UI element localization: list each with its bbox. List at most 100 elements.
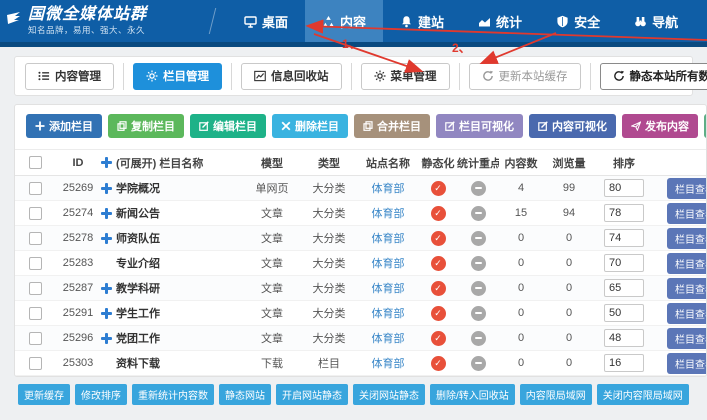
row-id: 25296 — [55, 332, 101, 344]
header-static: 静态化 — [419, 155, 457, 171]
sort-input[interactable] — [604, 254, 644, 272]
merge-column-button[interactable]: 合并栏目 — [354, 114, 430, 138]
tab-content-manage[interactable]: 内容管理 — [25, 63, 114, 90]
static-on-icon — [431, 306, 446, 321]
row-checkbox[interactable] — [29, 307, 42, 320]
expand-plus-icon[interactable] — [101, 333, 112, 344]
nav-item-site[interactable]: 建站 — [383, 0, 461, 42]
recycle-icon — [322, 15, 335, 28]
update-cache-button[interactable]: 更新本站缓存 — [469, 63, 581, 90]
edit-column-button[interactable]: 编辑栏目 — [190, 114, 266, 138]
publish-content-button[interactable]: 发布内容 — [622, 114, 698, 138]
brand-separator — [209, 8, 216, 34]
footer-action-button[interactable]: 修改排序 — [75, 384, 127, 405]
expand-plus-icon[interactable] — [101, 233, 112, 244]
sort-input[interactable] — [604, 304, 644, 322]
footer-action-button[interactable]: 重新统计内容数 — [132, 384, 214, 405]
expand-plus-icon[interactable] — [101, 208, 112, 219]
row-checkbox[interactable] — [29, 282, 42, 295]
row-checkbox[interactable] — [29, 207, 42, 220]
select-all-checkbox[interactable] — [29, 156, 42, 169]
tab-recycle-bin[interactable]: 信息回收站 — [241, 63, 342, 90]
column-view-button[interactable]: 栏目查看 — [667, 353, 707, 374]
column-view-button[interactable]: 栏目查看 — [667, 228, 707, 249]
column-view-button[interactable]: 栏目查看 — [667, 203, 707, 224]
chart-area-icon — [478, 15, 491, 28]
footer-action-button[interactable]: 关闭网站静态 — [353, 384, 425, 405]
button-label: 静态本站所有数据 — [630, 68, 707, 84]
footer-action-button[interactable]: 更新缓存 — [18, 384, 70, 405]
row-type: 大分类 — [301, 280, 357, 296]
site-link[interactable]: 体育部 — [372, 308, 405, 320]
row-model: 文章 — [243, 230, 301, 246]
expand-plus-icon — [101, 157, 112, 168]
footer-action-button[interactable]: 关闭内容限局域网 — [597, 384, 689, 405]
column-visualize-button[interactable]: 栏目可视化 — [436, 114, 523, 138]
nav-item-stats[interactable]: 统计 — [461, 0, 539, 42]
table-row: 25287 教学科研 文章 大分类 体育部 0 0 栏目查看 — [15, 276, 706, 301]
column-view-button[interactable]: 栏目查看 — [667, 328, 707, 349]
static-all-data-button[interactable]: 静态本站所有数据 — [600, 63, 707, 90]
site-link[interactable]: 体育部 — [372, 283, 405, 295]
footer-action-button[interactable]: 开启网站静态 — [276, 384, 348, 405]
tab-label: 菜单管理 — [391, 68, 437, 84]
copy-column-button[interactable]: 复制栏目 — [108, 114, 184, 138]
column-view-button[interactable]: 栏目查看 — [667, 303, 707, 324]
nav-item-security[interactable]: 安全 — [539, 0, 617, 42]
column-view-button[interactable]: 栏目查看 — [667, 178, 707, 199]
row-model: 文章 — [243, 305, 301, 321]
header-views: 浏览量 — [543, 155, 595, 171]
header-sort: 排序 — [595, 155, 653, 171]
list-icon — [38, 70, 50, 82]
sort-input[interactable] — [604, 279, 644, 297]
row-id: 25278 — [55, 232, 101, 244]
column-view-button[interactable]: 栏目查看 — [667, 278, 707, 299]
header-type: 类型 — [301, 155, 357, 171]
site-link[interactable]: 体育部 — [372, 258, 405, 270]
row-checkbox[interactable] — [29, 332, 42, 345]
brand-name: 国微全媒体站群 — [28, 6, 147, 24]
sort-input[interactable] — [604, 354, 644, 372]
static-on-icon — [431, 281, 446, 296]
expand-plus-icon[interactable] — [101, 283, 112, 294]
site-link[interactable]: 体育部 — [372, 233, 405, 245]
sort-input[interactable] — [604, 204, 644, 222]
row-type: 大分类 — [301, 255, 357, 271]
footer-action-button[interactable]: 删除/转入回收站 — [430, 384, 515, 405]
footer-action-button[interactable]: 静态网站 — [219, 384, 271, 405]
nav-item-navigation[interactable]: 导航 — [617, 0, 695, 42]
table-row: 25283 专业介绍 文章 大分类 体育部 0 0 栏目查看 — [15, 251, 706, 276]
expand-plus-icon[interactable] — [101, 183, 112, 194]
paper-plane-icon — [631, 121, 641, 131]
column-view-button[interactable]: 栏目查看 — [667, 253, 707, 274]
row-type: 大分类 — [301, 305, 357, 321]
nav-item-desktop[interactable]: 桌面 — [227, 0, 305, 42]
sort-input[interactable] — [604, 229, 644, 247]
site-link[interactable]: 体育部 — [372, 208, 405, 220]
column-name: 师资队伍 — [116, 230, 160, 246]
delete-column-button[interactable]: 删除栏目 — [272, 114, 348, 138]
row-checkbox[interactable] — [29, 257, 42, 270]
content-visualize-button[interactable]: 内容可视化 — [529, 114, 616, 138]
site-link[interactable]: 体育部 — [372, 333, 405, 345]
x-icon — [281, 121, 291, 131]
row-checkbox[interactable] — [29, 357, 42, 370]
row-checkbox[interactable] — [29, 232, 42, 245]
site-link[interactable]: 体育部 — [372, 358, 405, 370]
refresh-icon — [613, 70, 625, 82]
tab-menu-manage[interactable]: 菜单管理 — [361, 63, 450, 90]
tab-column-manage[interactable]: 栏目管理 — [133, 63, 222, 90]
row-checkbox[interactable] — [29, 182, 42, 195]
site-link[interactable]: 体育部 — [372, 183, 405, 195]
expand-plus-icon[interactable] — [101, 308, 112, 319]
shield-icon — [556, 15, 569, 28]
content-count: 15 — [499, 207, 543, 219]
sort-input[interactable] — [604, 179, 644, 197]
nav-item-content[interactable]: 内容 — [305, 0, 383, 42]
views-count: 94 — [543, 207, 595, 219]
sort-input[interactable] — [604, 329, 644, 347]
stat-focus-off-icon — [471, 356, 486, 371]
add-column-button[interactable]: 添加栏目 — [26, 114, 102, 138]
footer-action-button[interactable]: 内容限局域网 — [520, 384, 592, 405]
content-count: 4 — [499, 182, 543, 194]
